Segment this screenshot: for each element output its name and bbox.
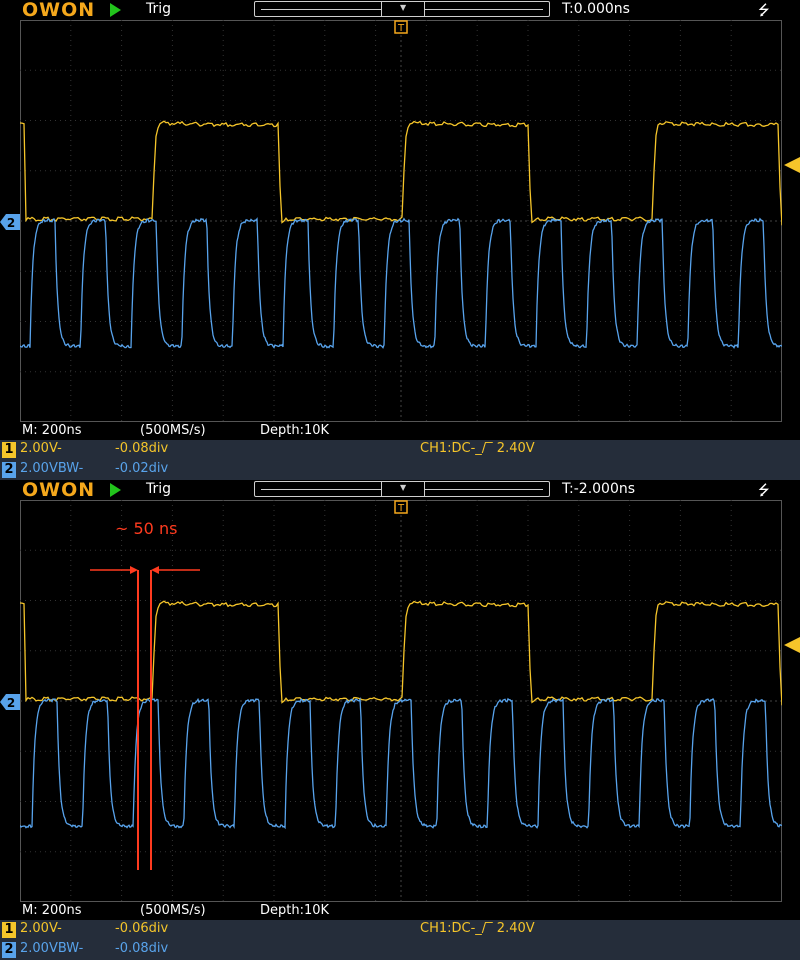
delay-annotation-label: ~ 50 ns (115, 519, 178, 538)
waveform-traces (20, 566, 782, 870)
trigger-position-icon[interactable]: T (394, 20, 408, 34)
ch2-badge[interactable]: 2 (2, 942, 16, 958)
play-icon[interactable] (110, 483, 121, 497)
ch1-badge[interactable]: 1 (2, 922, 16, 938)
ch1-volts: 2.00V- (20, 441, 62, 456)
memory-depth: Depth:10K (260, 423, 330, 438)
ch2-ground-icon[interactable]: 2 (0, 694, 20, 710)
annotation-arrowhead-left (130, 566, 138, 574)
waveform-traces (20, 120, 782, 349)
ch2-offset: -0.02div (115, 461, 169, 476)
ch1-trace (20, 120, 782, 226)
memory-window[interactable]: ▼ (381, 1, 425, 17)
trig-status: Trig (146, 1, 172, 17)
annotation-arrowhead-right (151, 566, 159, 574)
trigger-level-icon[interactable] (782, 157, 800, 173)
ch1-volts: 2.00V- (20, 921, 62, 936)
ch2-trace (20, 217, 782, 349)
ch2-trace (20, 697, 782, 830)
trigger-position-icon[interactable]: T (394, 500, 408, 514)
status-bar: OWON Trig ▼ T:0.000ns ⭍ (0, 0, 800, 21)
svg-text:2: 2 (7, 216, 15, 230)
svg-text:T: T (397, 23, 405, 34)
brand-logo: OWON (22, 479, 96, 501)
waveform-grid[interactable] (20, 500, 782, 902)
timebase: M: 200ns (22, 903, 82, 918)
memory-depth: Depth:10K (260, 903, 330, 918)
trig-status: Trig (146, 481, 172, 497)
scope-screen-1: OWON Trig ▼ T:0.000ns ⭍ T 2 M: 200ns (50… (0, 0, 800, 480)
sample-rate: (500MS/s) (140, 903, 206, 918)
timebase: M: 200ns (22, 423, 82, 438)
svg-text:T: T (397, 503, 405, 514)
ch1-info-row[interactable]: 1 2.00V- -0.08div CH1:DC-_/‾ 2.40V (0, 440, 800, 460)
waveform-grid[interactable] (20, 20, 782, 422)
ch1-offset: -0.08div (115, 441, 169, 456)
trigger-info: CH1:DC-_/‾ 2.40V (420, 921, 535, 936)
sample-rate: (500MS/s) (140, 423, 206, 438)
ch2-info-row[interactable]: 2 2.00VBW- -0.08div (0, 940, 800, 960)
ch2-ground-icon[interactable]: 2 (0, 214, 20, 230)
memory-window[interactable]: ▼ (381, 481, 425, 497)
scope-screen-2: OWON Trig ▼ T:-2.000ns ⭍ T 2 ~ 50 ns M: … (0, 479, 800, 960)
trigger-time: T:-2.000ns (562, 481, 636, 497)
ch2-volts: 2.00VBW- (20, 461, 84, 476)
status-bar: OWON Trig ▼ T:-2.000ns ⭍ (0, 479, 800, 501)
trigger-level-icon[interactable] (782, 637, 800, 653)
trigger-pos-icon: ▼ (400, 483, 407, 492)
memory-position-bar[interactable]: ▼ (254, 1, 550, 17)
svg-text:2: 2 (7, 696, 15, 710)
ch2-info-row[interactable]: 2 2.00VBW- -0.02div (0, 460, 800, 480)
ch1-trace (20, 600, 782, 706)
ch2-volts: 2.00VBW- (20, 941, 84, 956)
trigger-info: CH1:DC-_/‾ 2.40V (420, 441, 535, 456)
memory-position-bar[interactable]: ▼ (254, 481, 550, 497)
brand-logo: OWON (22, 0, 96, 21)
ch1-info-row[interactable]: 1 2.00V- -0.06div CH1:DC-_/‾ 2.40V (0, 920, 800, 940)
ch1-offset: -0.06div (115, 921, 169, 936)
ch2-offset: -0.08div (115, 941, 169, 956)
ch1-badge[interactable]: 1 (2, 442, 16, 458)
trigger-time: T:0.000ns (562, 1, 630, 17)
play-icon[interactable] (110, 3, 121, 17)
ch2-badge[interactable]: 2 (2, 462, 16, 478)
trigger-pos-icon: ▼ (400, 3, 407, 12)
